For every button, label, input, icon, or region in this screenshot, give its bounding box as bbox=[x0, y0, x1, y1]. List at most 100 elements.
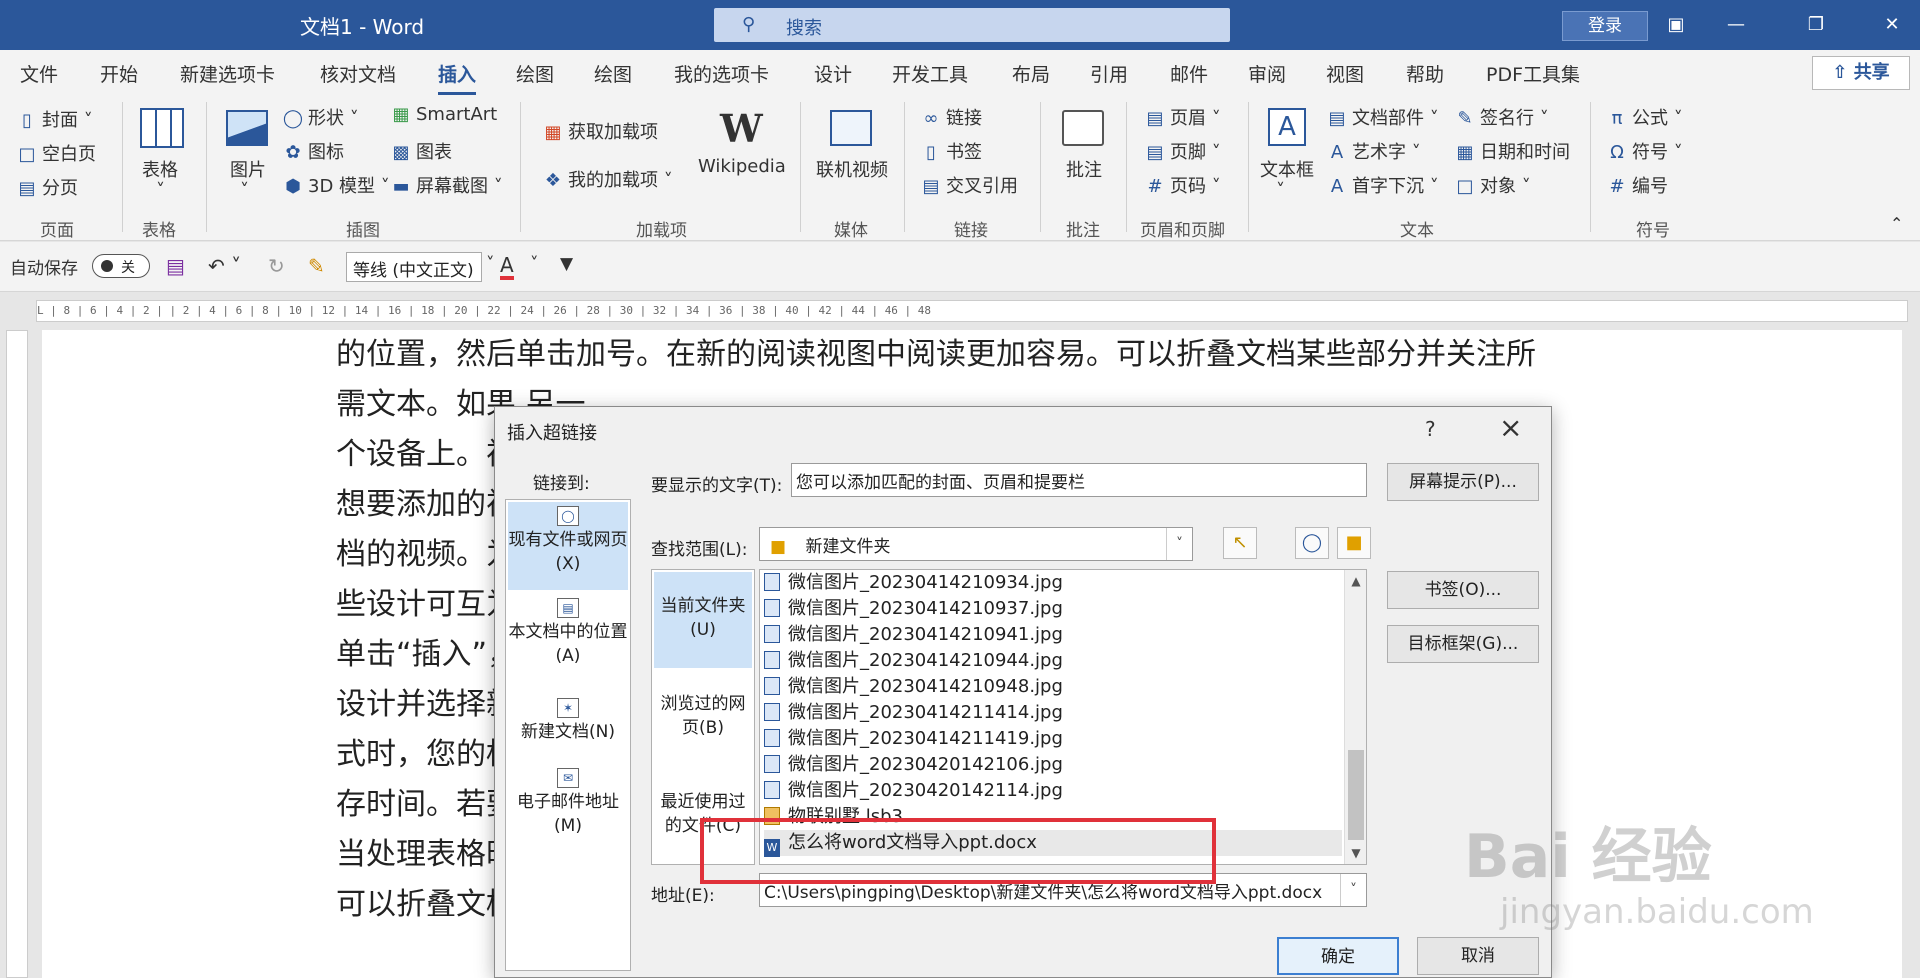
collapse-ribbon-icon[interactable]: ⌃ bbox=[1890, 214, 1903, 233]
screentip-button[interactable]: 屏幕提示(P)... bbox=[1387, 463, 1539, 501]
page-number-button[interactable]: # 页码 ˅ bbox=[1144, 172, 1220, 198]
link-existing-file[interactable]: ◯ 现有文件或网页(X) bbox=[508, 502, 628, 590]
comment-icon[interactable] bbox=[1062, 110, 1104, 146]
tab-draw-1[interactable]: 绘图 bbox=[516, 60, 554, 87]
file-item[interactable]: 微信图片_20230420142114.jpg bbox=[764, 778, 1063, 804]
footer-button[interactable]: ▤ 页脚 ˅ bbox=[1144, 138, 1220, 164]
blank-page-button[interactable]: □ 空白页 bbox=[16, 140, 96, 166]
lookin-dropdown-icon[interactable]: ˅ bbox=[1166, 528, 1192, 560]
screenshot-button[interactable]: ▬ 屏幕截图 ˅ bbox=[390, 172, 502, 198]
ribbon-display-icon[interactable]: ▣ bbox=[1656, 8, 1696, 42]
equation-button[interactable]: π 公式 ˅ bbox=[1606, 104, 1683, 130]
wikipedia-icon[interactable]: W bbox=[720, 106, 763, 151]
tab-view[interactable]: 视图 bbox=[1326, 60, 1364, 87]
smartart-button[interactable]: ▦ SmartArt bbox=[390, 104, 497, 125]
file-item[interactable]: 微信图片_20230414211419.jpg bbox=[764, 726, 1063, 752]
ok-button[interactable]: 确定 bbox=[1277, 937, 1399, 975]
font-color-icon[interactable]: A bbox=[500, 254, 514, 280]
link-button[interactable]: ∞ 链接 bbox=[920, 104, 983, 130]
close-icon[interactable]: ✕ bbox=[1872, 8, 1912, 42]
dialog-close-icon[interactable]: × bbox=[1499, 411, 1522, 444]
help-icon[interactable]: ? bbox=[1425, 417, 1436, 441]
font-dropdown-icon[interactable]: ˅ bbox=[486, 254, 495, 274]
link-place-in-doc[interactable]: ▤ 本文档中的位置(A) bbox=[508, 594, 628, 680]
tab-design[interactable]: 设计 bbox=[814, 60, 852, 87]
address-dropdown-icon[interactable]: ˅ bbox=[1340, 874, 1366, 906]
tab-new[interactable]: 新建选项卡 bbox=[180, 60, 275, 87]
scroll-down-icon[interactable]: ▼ bbox=[1345, 846, 1366, 860]
scroll-thumb[interactable] bbox=[1348, 750, 1364, 840]
textbox-icon[interactable]: A bbox=[1268, 108, 1306, 146]
header-button[interactable]: ▤ 页眉 ˅ bbox=[1144, 104, 1220, 130]
tab-review-doc[interactable]: 核对文档 bbox=[320, 60, 396, 87]
file-item[interactable]: 微信图片_20230414211414.jpg bbox=[764, 700, 1063, 726]
scroll-up-icon[interactable]: ▲ bbox=[1345, 574, 1366, 588]
current-folder-item[interactable]: 当前文件夹(U) bbox=[654, 572, 752, 668]
symbol-button[interactable]: Ω 符号 ˅ bbox=[1606, 138, 1683, 164]
chart-button[interactable]: ▩ 图表 bbox=[390, 138, 452, 164]
3d-model-button[interactable]: ⬢ 3D 模型 ˅ bbox=[282, 172, 390, 198]
lookin-select[interactable]: ■ 新建文件夹 ˅ bbox=[759, 527, 1193, 561]
online-video-icon[interactable] bbox=[830, 110, 872, 146]
picture-icon[interactable] bbox=[226, 110, 268, 146]
tab-insert[interactable]: 插入 bbox=[438, 60, 477, 95]
table-button[interactable]: 表格 bbox=[142, 156, 178, 182]
link-email[interactable]: ✉ 电子邮件地址(M) bbox=[508, 764, 628, 850]
link-new-doc[interactable]: ✶ 新建文档(N) bbox=[508, 694, 628, 754]
file-item[interactable]: 微信图片_20230414210941.jpg bbox=[764, 622, 1063, 648]
quickparts-button[interactable]: ▤ 文档部件 ˅ bbox=[1326, 104, 1438, 130]
tab-file[interactable]: 文件 bbox=[20, 60, 58, 87]
undo-icon[interactable]: ↶ ˅ bbox=[208, 254, 241, 278]
tab-developer[interactable]: 开发工具 bbox=[892, 60, 968, 87]
file-item[interactable]: 微信图片_20230414210948.jpg bbox=[764, 674, 1063, 700]
table-icon[interactable] bbox=[140, 108, 184, 148]
tab-my[interactable]: 我的选项卡 bbox=[674, 60, 769, 87]
table-dropdown-icon[interactable]: ˅ bbox=[156, 180, 165, 201]
save-icon[interactable]: ▤ bbox=[166, 254, 185, 278]
redo-icon[interactable]: ↻ bbox=[268, 254, 285, 278]
font-color-dropdown-icon[interactable]: ˅ bbox=[530, 254, 539, 274]
wordart-button[interactable]: A 艺术字 ˅ bbox=[1326, 138, 1421, 164]
number-button[interactable]: # 编号 bbox=[1606, 172, 1668, 198]
get-addins-button[interactable]: ▦ 获取加载项 bbox=[542, 118, 658, 144]
cancel-button[interactable]: 取消 bbox=[1417, 937, 1539, 975]
bookmark-button[interactable]: ▯ 书签 bbox=[920, 138, 982, 164]
display-text-input[interactable]: 您可以添加匹配的封面、页眉和提要栏 bbox=[791, 463, 1367, 497]
picture-button[interactable]: 图片 bbox=[230, 156, 266, 182]
tab-home[interactable]: 开始 bbox=[100, 60, 138, 87]
tab-review[interactable]: 审阅 bbox=[1248, 60, 1286, 87]
comment-button[interactable]: 批注 bbox=[1066, 156, 1102, 182]
icons-button[interactable]: ✿ 图标 bbox=[282, 138, 344, 164]
tab-draw-2[interactable]: 绘图 bbox=[594, 60, 632, 87]
my-addins-button[interactable]: ❖ 我的加载项 ˅ bbox=[542, 166, 673, 192]
autosave-toggle[interactable]: 关 bbox=[92, 254, 150, 278]
crossref-button[interactable]: ▤ 交叉引用 bbox=[920, 172, 1018, 198]
login-button[interactable]: 登录 bbox=[1562, 11, 1648, 41]
share-button[interactable]: ⇧ 共享 bbox=[1812, 56, 1910, 90]
target-frame-button[interactable]: 目标框架(G)... bbox=[1387, 625, 1539, 663]
file-item[interactable]: 微信图片_20230414210937.jpg bbox=[764, 596, 1063, 622]
customize-qat-icon[interactable]: ▼ bbox=[560, 254, 573, 274]
file-list-scrollbar[interactable]: ▲ ▼ bbox=[1344, 570, 1366, 864]
bookmark-dialog-button[interactable]: 书签(O)... bbox=[1387, 571, 1539, 609]
folder-up-icon[interactable]: ↖ bbox=[1223, 527, 1257, 559]
page-break-button[interactable]: ▤ 分页 bbox=[16, 174, 78, 200]
textbox-dropdown-icon[interactable]: ˅ bbox=[1276, 180, 1285, 201]
restore-icon[interactable]: ❐ bbox=[1796, 8, 1836, 42]
tab-pdf[interactable]: PDF工具集 bbox=[1486, 60, 1580, 87]
browse-file-icon[interactable]: ■ bbox=[1337, 527, 1371, 559]
wikipedia-button[interactable]: Wikipedia bbox=[698, 156, 786, 177]
file-item[interactable]: 微信图片_20230414210944.jpg bbox=[764, 648, 1063, 674]
dropcap-button[interactable]: A 首字下沉 ˅ bbox=[1326, 172, 1439, 198]
object-button[interactable]: □ 对象 ˅ bbox=[1454, 172, 1530, 198]
shapes-button[interactable]: ◯ 形状 ˅ bbox=[282, 104, 359, 130]
picture-dropdown-icon[interactable]: ˅ bbox=[240, 180, 249, 201]
tab-layout[interactable]: 布局 bbox=[1012, 60, 1050, 87]
file-item[interactable]: 微信图片_20230414210934.jpg bbox=[764, 570, 1063, 596]
browsed-pages-item[interactable]: 浏览过的网页(B) bbox=[654, 670, 752, 766]
file-item[interactable]: 微信图片_20230420142106.jpg bbox=[764, 752, 1063, 778]
search-box[interactable]: ⚲ 搜索 bbox=[714, 8, 1230, 42]
tab-references[interactable]: 引用 bbox=[1090, 60, 1128, 87]
online-video-button[interactable]: 联机视频 bbox=[816, 156, 888, 182]
textbox-button[interactable]: 文本框 bbox=[1260, 156, 1314, 182]
